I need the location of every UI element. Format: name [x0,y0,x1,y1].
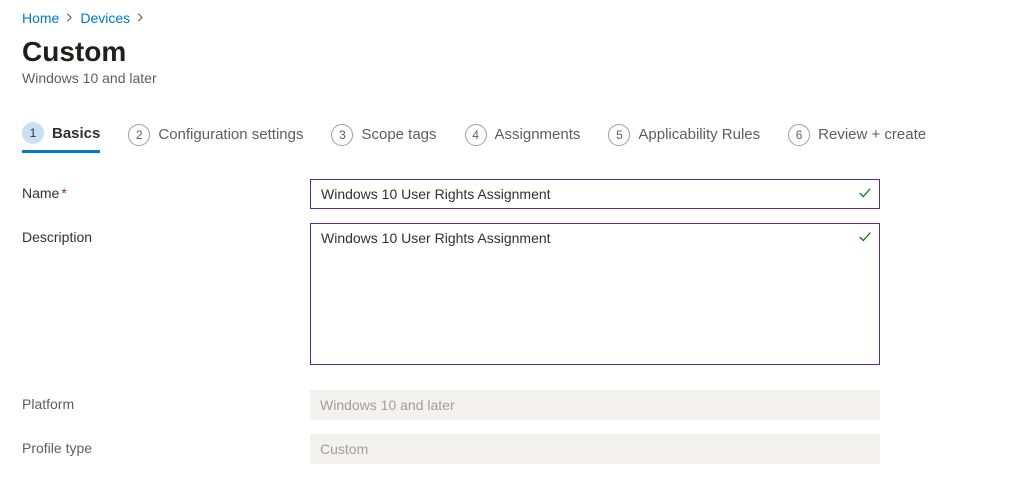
breadcrumb-devices[interactable]: Devices [80,10,130,26]
step-label: Configuration settings [158,126,303,143]
platform-label: Platform [22,390,310,412]
step-scope-tags[interactable]: 3 Scope tags [331,124,436,152]
step-review-create[interactable]: 6 Review + create [788,124,926,152]
breadcrumb-home[interactable]: Home [22,10,59,26]
profile-type-label: Profile type [22,434,310,456]
chevron-right-icon [136,11,145,25]
platform-value: Windows 10 and later [310,390,880,420]
step-label: Applicability Rules [638,126,760,143]
step-number: 5 [608,124,630,146]
step-number: 4 [465,124,487,146]
breadcrumb: Home Devices [22,10,1024,26]
page-subtitle: Windows 10 and later [22,70,1024,86]
name-label: Name* [22,179,310,201]
description-input[interactable] [310,223,880,365]
step-configuration-settings[interactable]: 2 Configuration settings [128,124,303,152]
step-number: 2 [128,124,150,146]
step-label: Review + create [818,126,926,143]
wizard-steps: 1 Basics 2 Configuration settings 3 Scop… [22,122,1024,153]
description-label: Description [22,223,310,245]
step-label: Basics [52,125,100,142]
step-applicability-rules[interactable]: 5 Applicability Rules [608,124,760,152]
required-indicator: * [61,185,66,201]
page-title: Custom [22,36,1024,68]
step-number: 3 [331,124,353,146]
chevron-right-icon [65,11,74,25]
name-input[interactable] [310,179,880,209]
step-label: Assignments [495,126,581,143]
step-number: 6 [788,124,810,146]
step-assignments[interactable]: 4 Assignments [465,124,581,152]
step-basics[interactable]: 1 Basics [22,122,100,153]
step-number: 1 [22,122,44,144]
step-label: Scope tags [361,126,436,143]
profile-type-value: Custom [310,434,880,464]
